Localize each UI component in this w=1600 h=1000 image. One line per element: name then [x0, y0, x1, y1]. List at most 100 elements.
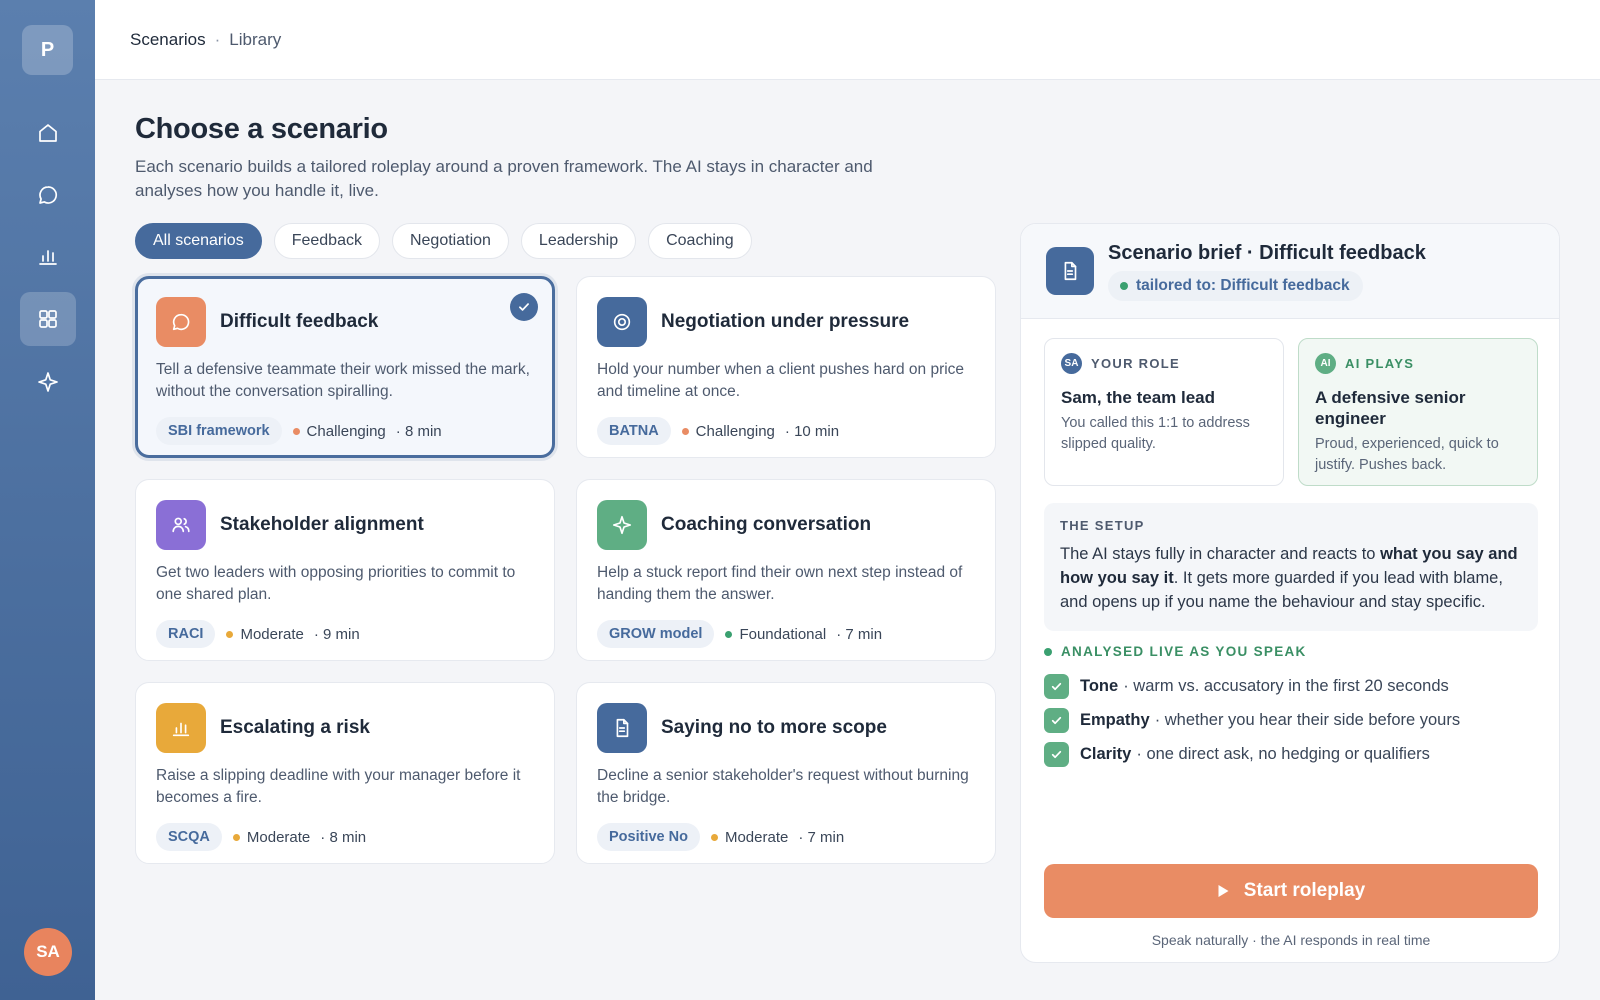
your-role-label: YOUR ROLE	[1091, 356, 1180, 371]
grid-icon	[39, 310, 57, 328]
card-icon	[597, 500, 647, 550]
users-icon	[172, 517, 190, 533]
difficulty-dot	[710, 833, 718, 841]
card-meta: RACI Moderate · 9 min	[156, 620, 534, 648]
card-meta: Positive No Moderate · 7 min	[597, 823, 975, 851]
target-icon	[613, 313, 631, 331]
page-title: Choose a scenario	[135, 113, 388, 145]
difficulty-label: Challenging	[695, 422, 775, 440]
card-title: Escalating a risk	[220, 717, 370, 738]
tab-feedback[interactable]: Feedback	[273, 223, 380, 259]
setup-text-part: The AI stays fully in character and reac…	[1060, 545, 1381, 563]
scenario-brief-panel: Scenario brief · Difficult feedback tail…	[1020, 223, 1560, 963]
card-title: Saying no to more scope	[661, 717, 887, 738]
scenario-card-coaching-conversation[interactable]: Coaching conversation Help a stuck repor…	[576, 479, 996, 661]
card-description: Tell a defensive teammate their work mis…	[156, 361, 530, 400]
tab-coaching[interactable]: Coaching	[648, 223, 752, 259]
framework-pill: Positive No	[597, 823, 700, 851]
card-icon	[597, 297, 647, 347]
scenario-card-saying-no[interactable]: Saying no to more scope Decline a senior…	[576, 682, 996, 864]
metric-name: Clarity	[1080, 745, 1132, 763]
nav-analytics[interactable]	[20, 229, 76, 283]
tailored-tag-text: tailored to: Difficult feedback	[1136, 277, 1350, 294]
framework-pill: SBI framework	[156, 417, 282, 445]
metric-empathy: Empathy · whether you hear their side be…	[1044, 708, 1460, 733]
difficulty-label: Challenging	[306, 422, 386, 440]
breadcrumb-separator: ·	[214, 29, 221, 49]
ai-role-label-row: AI AI PLAYS	[1315, 353, 1521, 374]
user-avatar[interactable]: SA	[24, 928, 72, 976]
difficulty-label: Moderate	[246, 828, 311, 846]
difficulty-label: Moderate	[240, 625, 304, 643]
framework-pill: GROW model	[597, 620, 715, 648]
scenario-card-difficult-feedback[interactable]: Difficult feedback Tell a defensive team…	[135, 276, 555, 458]
card-title: Stakeholder alignment	[220, 514, 424, 535]
chat-bubble-icon	[172, 313, 190, 331]
sparkle-icon	[612, 515, 632, 535]
chat-icon	[39, 186, 58, 204]
scenario-card-stakeholder-alignment[interactable]: Stakeholder alignment Get two leaders wi…	[135, 479, 555, 661]
brief-header: Scenario brief · Difficult feedback tail…	[1021, 224, 1559, 319]
card-meta: SBI framework Challenging · 8 min	[156, 417, 534, 445]
start-roleplay-label: Start roleplay	[1243, 880, 1366, 901]
metric-name: Tone	[1080, 677, 1119, 695]
chart-icon	[39, 250, 57, 265]
brief-title: Scenario brief · Difficult feedback	[1108, 242, 1426, 264]
your-role-description: You called this 1:1 to address slipped q…	[1061, 415, 1250, 452]
card-meta: SCQA Moderate · 8 min	[156, 823, 534, 851]
tab-negotiation[interactable]: Negotiation	[391, 223, 509, 259]
brief-icon	[1046, 247, 1094, 295]
metric-clarity: Clarity · one direct ask, no hedging or …	[1044, 742, 1430, 767]
check-icon	[1044, 708, 1069, 733]
card-icon	[156, 500, 206, 550]
scenario-card-escalating-risk[interactable]: Escalating a risk Raise a slipping deadl…	[135, 682, 555, 864]
duration-label: · 7 min	[798, 828, 845, 846]
card-description: Hold your number when a client pushes ha…	[597, 361, 965, 400]
card-title: Difficult feedback	[220, 311, 379, 332]
setup-box: THE SETUP The AI stays fully in characte…	[1044, 503, 1538, 631]
filter-tabs: All scenarios Feedback Negotiation Leade…	[135, 223, 752, 259]
breadcrumb-scenarios[interactable]: Scenarios	[130, 30, 206, 50]
your-role-name: Sam, the team lead	[1061, 388, 1216, 407]
card-icon	[597, 703, 647, 753]
card-title: Coaching conversation	[661, 514, 872, 535]
start-roleplay-button[interactable]: Start roleplay	[1044, 864, 1538, 918]
tailored-tag: tailored to: Difficult feedback	[1108, 271, 1363, 301]
ai-role-avatar: AI	[1315, 353, 1336, 374]
your-role-label-row: SA YOUR ROLE	[1061, 353, 1267, 374]
scenario-card-negotiation[interactable]: Negotiation under pressure Hold your num…	[576, 276, 996, 458]
document-icon	[1064, 261, 1077, 281]
home-icon	[39, 124, 57, 142]
card-description: Decline a senior stakeholder's request w…	[597, 767, 969, 806]
difficulty-dot	[226, 630, 234, 638]
nav-ai[interactable]	[20, 355, 76, 409]
ai-role-description: Proud, experienced, quick to justify. Pu…	[1315, 436, 1499, 473]
card-meta: BATNA Challenging · 10 min	[597, 417, 975, 445]
difficulty-dot	[292, 427, 300, 435]
ai-role-label: AI PLAYS	[1345, 356, 1415, 371]
chart-icon	[172, 722, 190, 737]
nav-chat[interactable]	[20, 168, 76, 222]
nav-home[interactable]	[20, 106, 76, 160]
tab-leadership[interactable]: Leadership	[520, 223, 637, 259]
metric-detail: · warm vs. accusatory in the first 20 se…	[1123, 677, 1449, 695]
play-icon	[1218, 885, 1229, 897]
your-role-avatar: SA	[1061, 353, 1082, 374]
card-description: Help a stuck report find their own next …	[597, 564, 963, 603]
sparkle-icon	[38, 372, 58, 392]
live-analysis-label: ANALYSED LIVE AS YOU SPEAK	[1044, 644, 1307, 659]
ai-role-name: A defensive senior engineer	[1315, 388, 1466, 428]
card-icon	[156, 703, 206, 753]
framework-pill: BATNA	[597, 417, 671, 445]
tab-all-scenarios[interactable]: All scenarios	[135, 223, 262, 259]
app-logo[interactable]: P	[22, 25, 73, 75]
duration-label: · 8 min	[395, 422, 442, 440]
duration-label: · 8 min	[320, 828, 367, 846]
nav-scenarios[interactable]	[20, 292, 76, 346]
card-meta: GROW model Foundational · 7 min	[597, 620, 975, 648]
framework-pill: RACI	[156, 620, 216, 648]
check-icon	[1044, 674, 1069, 699]
topbar: Scenarios · Library	[95, 0, 1600, 80]
live-dot	[1044, 647, 1052, 656]
card-description: Get two leaders with opposing priorities…	[156, 564, 516, 603]
